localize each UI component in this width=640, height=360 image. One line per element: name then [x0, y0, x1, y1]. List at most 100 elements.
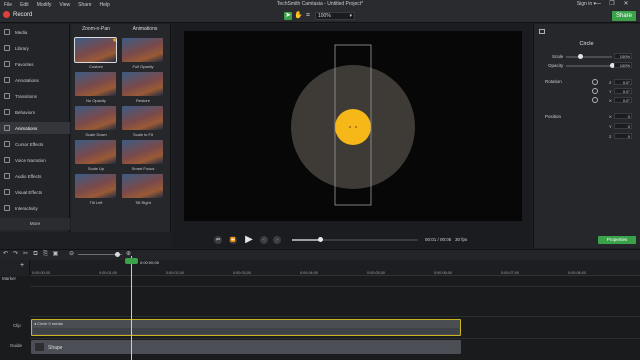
timeline-zoom-handle[interactable]	[115, 252, 120, 257]
redo-icon[interactable]: ↷	[12, 251, 19, 258]
sidebar-item-interactivity[interactable]: Interactivity	[0, 202, 70, 214]
window-title: TechSmith Camtasia - Untitled Project*	[276, 1, 364, 7]
add-track-icon[interactable]: +	[20, 262, 24, 269]
animation-thumb-label: Smart Focus	[131, 166, 155, 171]
crop-tool-icon[interactable]: ⌗	[304, 12, 312, 20]
panel-toggle-icon[interactable]	[539, 29, 545, 34]
favorite-star-icon[interactable]: ★	[112, 37, 117, 44]
close-icon[interactable]: ✕	[620, 0, 632, 9]
rotation-y-field[interactable]: 0.0°	[614, 88, 632, 94]
position-y-field[interactable]: 0	[614, 123, 632, 129]
track-divider	[30, 316, 640, 317]
track-divider	[30, 338, 640, 339]
minimize-icon[interactable]: —	[592, 0, 604, 9]
copy-icon[interactable]: ⧉	[32, 251, 39, 258]
shape-clip[interactable]	[31, 340, 461, 354]
more-button[interactable]: More	[0, 218, 70, 230]
clip-label: ◂ Circle 0 media	[34, 321, 63, 326]
handle-dot[interactable]	[355, 126, 357, 128]
sidebar-item-audio-effects[interactable]: Audio Effects	[0, 170, 70, 182]
playhead-time: 0:00:00;05	[140, 260, 159, 265]
previous-frame-icon[interactable]: ‹	[260, 236, 268, 244]
record-button[interactable]: Record	[3, 11, 32, 18]
record-dot-icon	[3, 11, 10, 18]
animation-thumb-scale-to-fit[interactable]	[122, 106, 163, 130]
rotate-y-icon[interactable]	[592, 88, 598, 94]
split-icon[interactable]: ▣	[52, 251, 59, 258]
maximize-icon[interactable]: ❐	[606, 0, 618, 9]
play-icon[interactable]: ▶	[243, 234, 255, 246]
sidebar-item-favorites[interactable]: Favorites	[0, 58, 70, 70]
animation-thumb-scale-down[interactable]	[75, 106, 116, 130]
share-label: Share	[615, 13, 632, 19]
ruler-tick-label: 0:00:05;00	[367, 271, 385, 275]
properties-button-label: Properties	[606, 237, 628, 242]
scale-slider[interactable]	[566, 56, 612, 58]
rotation-z-field[interactable]: 0.0°	[614, 79, 632, 85]
animations-icon	[4, 125, 10, 131]
ruler-tick-label: 0:00:03;00	[233, 271, 251, 275]
playhead-handle[interactable]	[125, 258, 138, 264]
zoom-select[interactable]: 100% ▾	[315, 12, 355, 20]
opacity-slider[interactable]	[566, 65, 612, 67]
playhead[interactable]	[131, 256, 132, 360]
sidebar-item-visual-effects[interactable]: Visual Effects	[0, 186, 70, 198]
animation-thumb-tilt-left[interactable]	[75, 174, 116, 198]
position-x-field[interactable]: 0	[614, 113, 632, 119]
favorites-icon	[4, 61, 10, 67]
animation-thumb-no-opacity[interactable]	[75, 72, 116, 96]
pan-tool-icon[interactable]: ✋	[294, 12, 303, 20]
properties-button[interactable]: Properties	[598, 236, 636, 244]
animation-thumb-custom[interactable]	[74, 37, 117, 63]
sidebar-item-transitions[interactable]: Transitions	[0, 90, 70, 102]
animation-thumb-label: Custom	[89, 64, 103, 69]
sidebar-item-library[interactable]: Library	[0, 42, 70, 54]
track-name-guide: Guide	[10, 343, 23, 348]
paste-icon[interactable]: ⎘	[42, 251, 49, 258]
undo-icon[interactable]: ↶	[2, 251, 9, 258]
share-button[interactable]: Share	[612, 11, 636, 21]
animation-thumb-smart-focus[interactable]	[122, 140, 163, 164]
sidebar-item-cursor-effects[interactable]: Cursor Effects	[0, 138, 70, 150]
rotate-x-icon[interactable]	[592, 97, 598, 103]
step-back-icon[interactable]: ⏪	[229, 236, 237, 244]
sidebar-item-media[interactable]: Media	[0, 26, 70, 38]
select-tool-icon[interactable]: ➤	[284, 12, 292, 20]
canvas-scene	[291, 44, 415, 206]
handle-dot[interactable]	[349, 126, 351, 128]
animation-thumb-restore[interactable]	[122, 72, 163, 96]
rotation-x-field[interactable]: 0.0°	[614, 97, 632, 103]
inner-circle-shape[interactable]	[335, 109, 371, 145]
sidebar-item-voice-narration[interactable]: Voice Narration	[0, 154, 70, 166]
opacity-field[interactable]: 100%	[614, 62, 632, 68]
animation-thumb-scale-up[interactable]	[75, 140, 116, 164]
scrub-bar[interactable]	[292, 239, 418, 241]
scale-slider-handle[interactable]	[577, 54, 583, 59]
sidebar-item-animations[interactable]: Animations	[0, 122, 70, 134]
next-frame-icon[interactable]: ›	[273, 236, 281, 244]
cut-icon[interactable]: ✂	[22, 251, 29, 258]
chevron-down-icon: ▾	[349, 13, 352, 19]
scrub-handle[interactable]	[317, 237, 323, 242]
ruler-tick-label: 0:00:00;00	[32, 271, 50, 275]
rotate-z-icon[interactable]	[592, 79, 598, 85]
preview-canvas[interactable]	[184, 31, 522, 221]
sidebar-item-annotations[interactable]: Annotations	[0, 74, 70, 86]
zoom-out-icon[interactable]: ⊖	[68, 251, 75, 258]
animation-thumb-label: No Opacity	[86, 98, 106, 103]
track-divider	[30, 286, 640, 287]
timeline-ruler[interactable]	[30, 260, 640, 276]
scrub-progress	[292, 239, 320, 241]
rewind-icon[interactable]: ⏮	[214, 236, 222, 244]
annotations-icon	[4, 77, 10, 83]
shape-thumbnail	[35, 343, 44, 351]
column-header-zoom-n-pan: Zoom-n-Pan	[82, 26, 110, 32]
properties-title: Circle	[579, 41, 594, 47]
position-z-field[interactable]: 0	[614, 133, 632, 139]
ruler-tick-label: 0:00:07;00	[501, 271, 519, 275]
animation-thumb-label: Tilt Left	[89, 200, 103, 205]
sidebar-item-behaviors[interactable]: Behaviors	[0, 106, 70, 118]
animation-thumb-full-opacity[interactable]	[122, 38, 163, 62]
animation-thumb-tilt-right[interactable]	[122, 174, 163, 198]
scale-field[interactable]: 100%	[614, 53, 632, 59]
